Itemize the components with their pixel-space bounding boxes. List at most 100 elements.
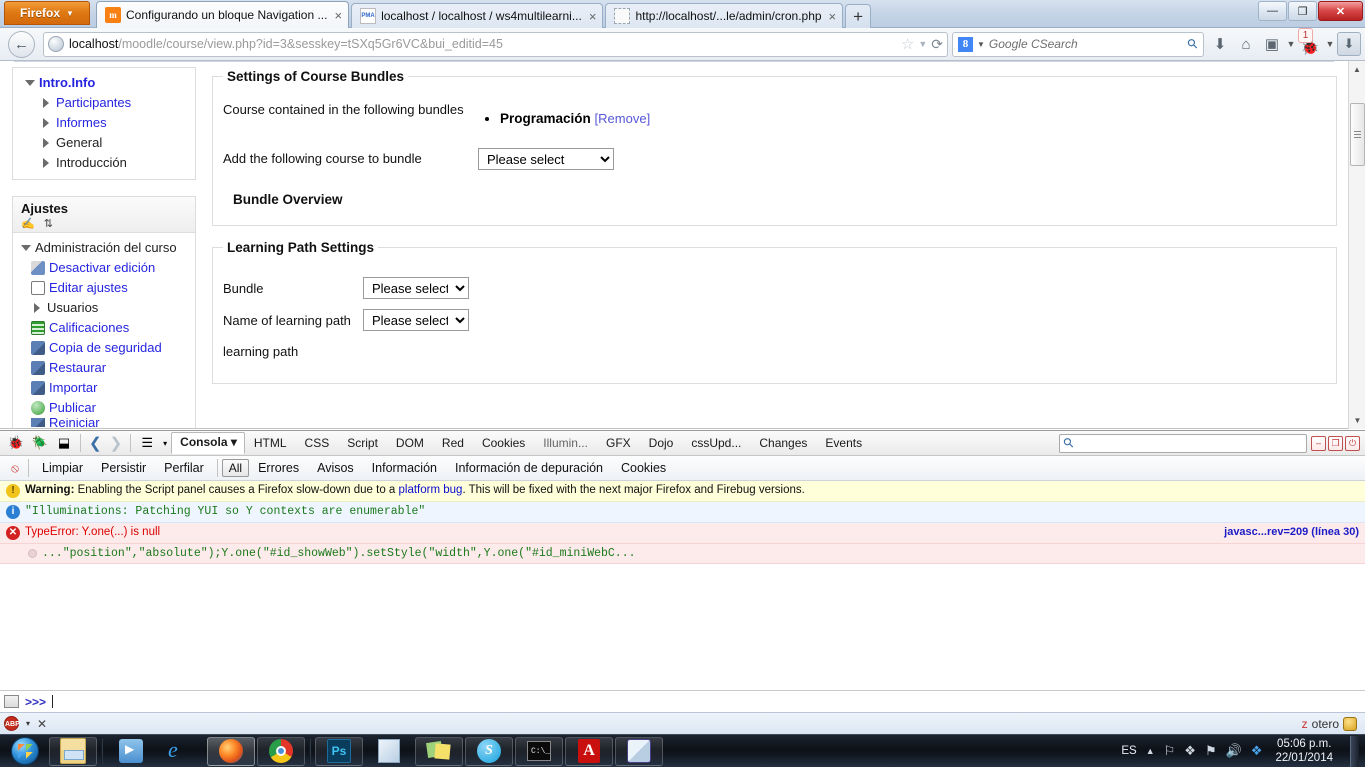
firebug-tab-script[interactable]: Script: [338, 433, 387, 454]
firebug-tab-illuminations[interactable]: Illumin...: [534, 433, 597, 454]
firebug-tab-consola[interactable]: Consola ▾: [171, 432, 245, 454]
maximize-button[interactable]: ❐: [1288, 1, 1317, 21]
taskbar-item-internet-explorer[interactable]: e: [157, 737, 205, 766]
sidebar-item-introduccion[interactable]: Introducción: [17, 153, 191, 173]
triangle-down-icon[interactable]: [25, 80, 35, 86]
sidebar-item-desactivar-edicion[interactable]: Desactivar edición: [17, 258, 191, 278]
chevron-down-icon[interactable]: ▾: [231, 435, 237, 449]
chevron-down-icon[interactable]: ▼: [977, 40, 985, 49]
chevron-down-icon[interactable]: ▼: [918, 39, 927, 49]
sidebar-item-administracion-del-curso[interactable]: Administración del curso: [17, 238, 191, 258]
sidebar-item-editar-ajustes[interactable]: Editar ajustes: [17, 278, 191, 298]
taskbar-item-photoshop[interactable]: Ps: [315, 736, 363, 766]
triangle-right-icon[interactable]: [43, 98, 49, 108]
firebug-tab-events[interactable]: Events: [816, 433, 871, 454]
browser-tab-2[interactable]: PMA localhost / localhost / ws4multilear…: [351, 3, 604, 28]
firebug-bug-icon[interactable]: 🐞: [4, 431, 28, 455]
console-filter-all[interactable]: All: [221, 459, 250, 477]
chevron-down-icon[interactable]: ▼: [1285, 31, 1297, 57]
search-bar[interactable]: 8 ▼ Google CSearch ⚲: [952, 31, 1204, 57]
firebug-tab-dojo[interactable]: Dojo: [640, 433, 683, 454]
firebug-menu-icon[interactable]: ☰: [135, 431, 159, 455]
sidebar-item-reiniciar[interactable]: Reiniciar: [17, 418, 191, 427]
console-profile-button[interactable]: Perfilar: [155, 459, 213, 477]
command-editor-icon[interactable]: [4, 695, 19, 708]
browser-tab-1[interactable]: m Configurando un bloque Navigation ... …: [96, 1, 350, 28]
taskbar-item-command-prompt[interactable]: [515, 736, 563, 766]
reload-icon[interactable]: ⟳: [931, 36, 943, 53]
page-scrollbar[interactable]: ▲ ▼: [1348, 61, 1365, 429]
taskbar-item-adobe-reader[interactable]: A: [565, 736, 613, 766]
chevron-down-icon[interactable]: ▾: [159, 431, 171, 455]
firebug-tab-gfx[interactable]: GFX: [597, 433, 640, 454]
sidebar-item-participantes[interactable]: Participantes: [17, 93, 191, 113]
firebug-tab-css[interactable]: CSS: [296, 433, 339, 454]
firebug-command-line[interactable]: >>>: [0, 690, 1365, 712]
firebug-close-button[interactable]: ⏻: [1345, 435, 1360, 451]
firebug-tab-html[interactable]: HTML: [245, 433, 296, 454]
taskbar-item-chrome[interactable]: [257, 736, 305, 766]
sidebar-item-importar[interactable]: Importar: [17, 378, 191, 398]
taskbar-clock[interactable]: 05:06 p.m. 22/01/2014: [1271, 737, 1337, 765]
firebug-detach-button[interactable]: ❐: [1328, 435, 1343, 451]
console-error-source-link[interactable]: javasc...rev=209 (línea 30): [1224, 526, 1359, 538]
sidebar-item-copia-de-seguridad[interactable]: Copia de seguridad: [17, 338, 191, 358]
scroll-up-arrow-icon[interactable]: ▲: [1349, 61, 1365, 78]
platform-bug-link[interactable]: platform bug: [399, 484, 463, 496]
console-filter-informacion[interactable]: Información: [363, 459, 446, 477]
minimize-button[interactable]: —: [1258, 1, 1287, 21]
triangle-down-icon[interactable]: [21, 245, 31, 251]
scroll-down-arrow-icon[interactable]: ▼: [1349, 412, 1365, 429]
firefox-menu-button[interactable]: Firefox ▼: [4, 1, 90, 25]
adblock-plus-icon[interactable]: ABP: [4, 716, 20, 731]
triangle-right-icon[interactable]: [43, 138, 49, 148]
firebug-tab-changes[interactable]: Changes: [750, 433, 816, 454]
taskbar-item-skype[interactable]: S: [465, 736, 513, 766]
download-manager-icon[interactable]: ⬇: [1337, 32, 1361, 56]
firebug-back-icon[interactable]: ❮: [85, 434, 106, 452]
firebug-search-box[interactable]: ⚲: [1059, 433, 1307, 453]
search-input[interactable]: Google CSearch: [989, 37, 1185, 51]
volume-icon[interactable]: 🔊: [1226, 743, 1242, 759]
firebug-toolbar-icon[interactable]: 1 🐞: [1297, 28, 1323, 57]
firebug-forward-icon[interactable]: ❯: [106, 434, 127, 452]
close-icon[interactable]: ×: [827, 9, 837, 24]
console-filter-depuracion[interactable]: Información de depuración: [446, 459, 612, 477]
show-desktop-button[interactable]: [1350, 735, 1359, 767]
browser-tab-3[interactable]: http://localhost/...le/admin/cron.php ×: [605, 3, 844, 28]
downloads-icon[interactable]: ⬇: [1207, 31, 1233, 57]
add-bundle-select[interactable]: Please select: [478, 148, 614, 170]
language-indicator[interactable]: ES: [1121, 745, 1136, 757]
firebug-minimize-button[interactable]: –: [1311, 435, 1326, 451]
firebug-console-output[interactable]: ! Warning: Enabling the Script panel cau…: [0, 481, 1365, 712]
chevron-down-icon[interactable]: ▼: [1323, 31, 1337, 57]
new-tab-button[interactable]: +: [845, 4, 872, 28]
sidebar-item-usuarios[interactable]: Usuarios: [17, 298, 191, 318]
sidebar-item-intro-info[interactable]: Intro.Info: [17, 73, 191, 93]
action-center-icon[interactable]: ⚑: [1205, 743, 1217, 759]
settings-block-header-icons[interactable]: ✍ ⇅: [21, 217, 187, 230]
taskbar-item-media-player[interactable]: [107, 737, 155, 766]
taskbar-item-sticky-notes[interactable]: [415, 736, 463, 766]
firebug-tab-cssupdater[interactable]: cssUpd...: [682, 433, 750, 454]
firebug-tab-cookies[interactable]: Cookies: [473, 433, 534, 454]
show-hidden-icons-icon[interactable]: ▲: [1146, 746, 1155, 756]
taskbar-item-notepad[interactable]: [365, 737, 413, 766]
bluetooth-icon[interactable]: ❖: [1184, 743, 1196, 759]
scrollbar-thumb[interactable]: [1350, 103, 1365, 166]
close-icon[interactable]: ✕: [37, 717, 47, 731]
remove-bundle-link[interactable]: [Remove]: [595, 111, 651, 126]
taskbar-item-explorer[interactable]: [49, 736, 97, 766]
element-picker-icon[interactable]: ⬓: [52, 431, 76, 455]
close-icon[interactable]: ×: [332, 8, 342, 23]
close-icon[interactable]: ×: [587, 9, 597, 24]
close-window-button[interactable]: ✕: [1318, 1, 1363, 21]
console-clear-button[interactable]: Limpiar: [33, 459, 92, 477]
sidebar-item-general[interactable]: General: [17, 133, 191, 153]
url-bar[interactable]: localhost/moodle/course/view.php?id=3&se…: [43, 31, 948, 57]
back-button[interactable]: ←: [8, 30, 35, 58]
sidebar-item-informes[interactable]: Informes: [17, 113, 191, 133]
sidebar-item-calificaciones[interactable]: Calificaciones: [17, 318, 191, 338]
sidebar-item-publicar[interactable]: Publicar: [17, 398, 191, 418]
learning-path-name-select[interactable]: Please select: [363, 309, 469, 331]
